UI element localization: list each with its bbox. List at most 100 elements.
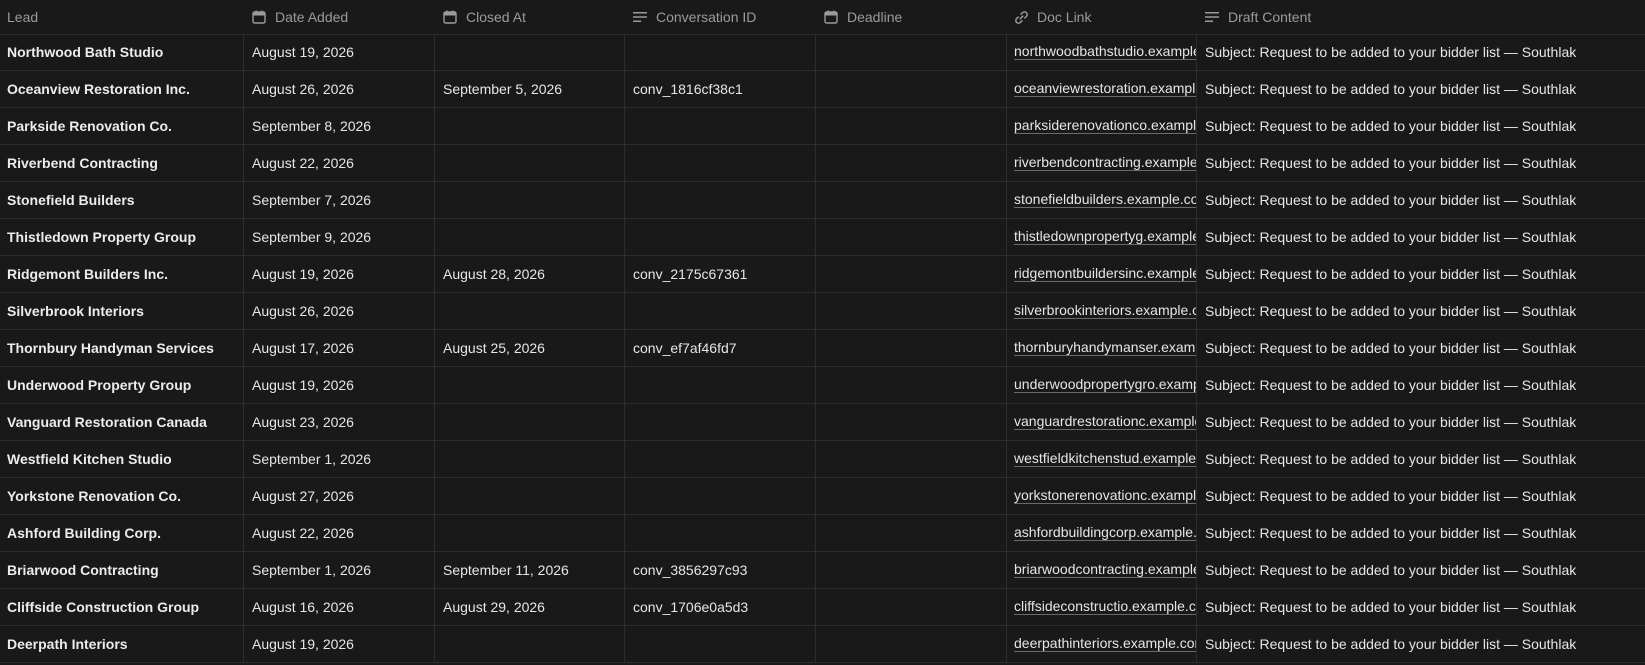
doc-link-cell[interactable]: cliffsideconstructio.example.c <box>1006 589 1196 625</box>
lead-cell[interactable]: Vanguard Restoration Canada <box>0 404 243 440</box>
table-row[interactable]: Westfield Kitchen Studio September 1, 202… <box>0 441 1645 478</box>
table-row[interactable]: Vanguard Restoration Canada August 23, 20… <box>0 404 1645 441</box>
conversation-id-cell[interactable] <box>624 108 815 144</box>
doc-link[interactable]: westfieldkitchenstud.example <box>1014 451 1196 467</box>
conversation-id-cell[interactable] <box>624 441 815 477</box>
date-added-cell[interactable]: September 1, 2026 <box>243 441 434 477</box>
doc-link-cell[interactable]: riverbendcontracting.example <box>1006 145 1196 181</box>
conversation-id-cell[interactable] <box>624 515 815 551</box>
date-added-cell[interactable]: August 19, 2026 <box>243 34 434 70</box>
draft-content-cell[interactable]: Subject: Request to be added to your bid… <box>1196 108 1645 144</box>
table-row[interactable]: Silverbrook Interiors August 26, 2026 silv… <box>0 293 1645 330</box>
conversation-id-cell[interactable]: conv_ef7af46fd7 <box>624 330 815 366</box>
column-header-lead[interactable]: Lead <box>0 0 250 34</box>
deadline-cell[interactable] <box>815 589 1006 625</box>
table-row[interactable]: Stonefield Builders September 7, 2026 ston… <box>0 182 1645 219</box>
deadline-cell[interactable] <box>815 71 1006 107</box>
doc-link[interactable]: vanguardrestorationc.example <box>1014 414 1196 430</box>
conversation-id-cell[interactable] <box>624 367 815 403</box>
lead-cell[interactable]: Riverbend Contracting <box>0 145 243 181</box>
doc-link-cell[interactable]: underwoodpropertygro.examp <box>1006 367 1196 403</box>
deadline-cell[interactable] <box>815 478 1006 514</box>
deadline-cell[interactable] <box>815 219 1006 255</box>
conversation-id-cell[interactable]: conv_1816cf38c1 <box>624 71 815 107</box>
deadline-cell[interactable] <box>815 182 1006 218</box>
doc-link[interactable]: underwoodpropertygro.examp <box>1014 377 1196 393</box>
date-added-cell[interactable]: August 17, 2026 <box>243 330 434 366</box>
date-added-cell[interactable]: August 26, 2026 <box>243 71 434 107</box>
closed-at-cell[interactable] <box>434 182 624 218</box>
doc-link-cell[interactable]: yorkstonerenovationc.example <box>1006 478 1196 514</box>
deadline-cell[interactable] <box>815 552 1006 588</box>
table-row[interactable]: Oceanview Restoration Inc. August 26, 202… <box>0 71 1645 108</box>
conversation-id-cell[interactable] <box>624 404 815 440</box>
date-added-cell[interactable]: August 16, 2026 <box>243 589 434 625</box>
doc-link[interactable]: oceanviewrestoration.example <box>1014 81 1196 97</box>
lead-cell[interactable]: Cliffside Construction Group <box>0 589 243 625</box>
closed-at-cell[interactable] <box>434 441 624 477</box>
conversation-id-cell[interactable]: conv_1706e0a5d3 <box>624 589 815 625</box>
date-added-cell[interactable]: August 26, 2026 <box>243 293 434 329</box>
deadline-cell[interactable] <box>815 330 1006 366</box>
doc-link[interactable]: silverbrookinteriors.example.c <box>1014 303 1196 319</box>
closed-at-cell[interactable] <box>434 293 624 329</box>
draft-content-cell[interactable]: Subject: Request to be added to your bid… <box>1196 256 1645 292</box>
draft-content-cell[interactable]: Subject: Request to be added to your bid… <box>1196 145 1645 181</box>
conversation-id-cell[interactable] <box>624 145 815 181</box>
deadline-cell[interactable] <box>815 367 1006 403</box>
date-added-cell[interactable]: August 22, 2026 <box>243 515 434 551</box>
closed-at-cell[interactable]: September 11, 2026 <box>434 552 624 588</box>
draft-content-cell[interactable]: Subject: Request to be added to your bid… <box>1196 478 1645 514</box>
column-header-draft-content[interactable]: Draft Content <box>1196 0 1645 34</box>
draft-content-cell[interactable]: Subject: Request to be added to your bid… <box>1196 293 1645 329</box>
doc-link[interactable]: cliffsideconstructio.example.c <box>1014 599 1196 615</box>
date-added-cell[interactable]: August 27, 2026 <box>243 478 434 514</box>
table-row[interactable]: Ashford Building Corp. August 22, 2026 ash… <box>0 515 1645 552</box>
conversation-id-cell[interactable] <box>624 34 815 70</box>
deadline-cell[interactable] <box>815 256 1006 292</box>
closed-at-cell[interactable] <box>434 478 624 514</box>
closed-at-cell[interactable] <box>434 626 624 662</box>
lead-cell[interactable]: Thornbury Handyman Services <box>0 330 243 366</box>
date-added-cell[interactable]: August 19, 2026 <box>243 626 434 662</box>
closed-at-cell[interactable] <box>434 219 624 255</box>
doc-link-cell[interactable]: silverbrookinteriors.example.c <box>1006 293 1196 329</box>
doc-link-cell[interactable]: northwoodbathstudio.example <box>1006 34 1196 70</box>
date-added-cell[interactable]: September 7, 2026 <box>243 182 434 218</box>
draft-content-cell[interactable]: Subject: Request to be added to your bid… <box>1196 71 1645 107</box>
column-header-deadline[interactable]: Deadline <box>815 0 1014 34</box>
doc-link-cell[interactable]: ashfordbuildingcorp.example. <box>1006 515 1196 551</box>
lead-cell[interactable]: Oceanview Restoration Inc. <box>0 71 243 107</box>
draft-content-cell[interactable]: Subject: Request to be added to your bid… <box>1196 34 1645 70</box>
draft-content-cell[interactable]: Subject: Request to be added to your bid… <box>1196 404 1645 440</box>
closed-at-cell[interactable] <box>434 515 624 551</box>
doc-link[interactable]: ashfordbuildingcorp.example. <box>1014 525 1196 541</box>
closed-at-cell[interactable]: August 29, 2026 <box>434 589 624 625</box>
column-header-date-added[interactable]: Date Added <box>243 0 442 34</box>
draft-content-cell[interactable]: Subject: Request to be added to your bid… <box>1196 367 1645 403</box>
lead-cell[interactable]: Briarwood Contracting <box>0 552 243 588</box>
date-added-cell[interactable]: September 1, 2026 <box>243 552 434 588</box>
table-row[interactable]: Thistledown Property Group September 9, 2… <box>0 219 1645 256</box>
doc-link-cell[interactable]: thistledownpropertyg.example <box>1006 219 1196 255</box>
draft-content-cell[interactable]: Subject: Request to be added to your bid… <box>1196 182 1645 218</box>
date-added-cell[interactable]: August 23, 2026 <box>243 404 434 440</box>
doc-link[interactable]: stonefieldbuilders.example.co <box>1014 192 1196 208</box>
deadline-cell[interactable] <box>815 515 1006 551</box>
conversation-id-cell[interactable] <box>624 478 815 514</box>
date-added-cell[interactable]: August 22, 2026 <box>243 145 434 181</box>
column-header-closed-at[interactable]: Closed At <box>434 0 632 34</box>
doc-link-cell[interactable]: briarwoodcontracting.example <box>1006 552 1196 588</box>
deadline-cell[interactable] <box>815 34 1006 70</box>
closed-at-cell[interactable]: August 28, 2026 <box>434 256 624 292</box>
closed-at-cell[interactable]: September 5, 2026 <box>434 71 624 107</box>
table-row[interactable]: Ridgemont Builders Inc. August 19, 2026 Au… <box>0 256 1645 293</box>
draft-content-cell[interactable]: Subject: Request to be added to your bid… <box>1196 626 1645 662</box>
lead-cell[interactable]: Yorkstone Renovation Co. <box>0 478 243 514</box>
table-row[interactable]: Deerpath Interiors August 19, 2026 deerpat… <box>0 626 1645 663</box>
conversation-id-cell[interactable] <box>624 293 815 329</box>
doc-link[interactable]: northwoodbathstudio.example <box>1014 44 1196 60</box>
table-row[interactable]: Briarwood Contracting September 1, 2026 Se… <box>0 552 1645 589</box>
doc-link-cell[interactable]: westfieldkitchenstud.example <box>1006 441 1196 477</box>
draft-content-cell[interactable]: Subject: Request to be added to your bid… <box>1196 219 1645 255</box>
